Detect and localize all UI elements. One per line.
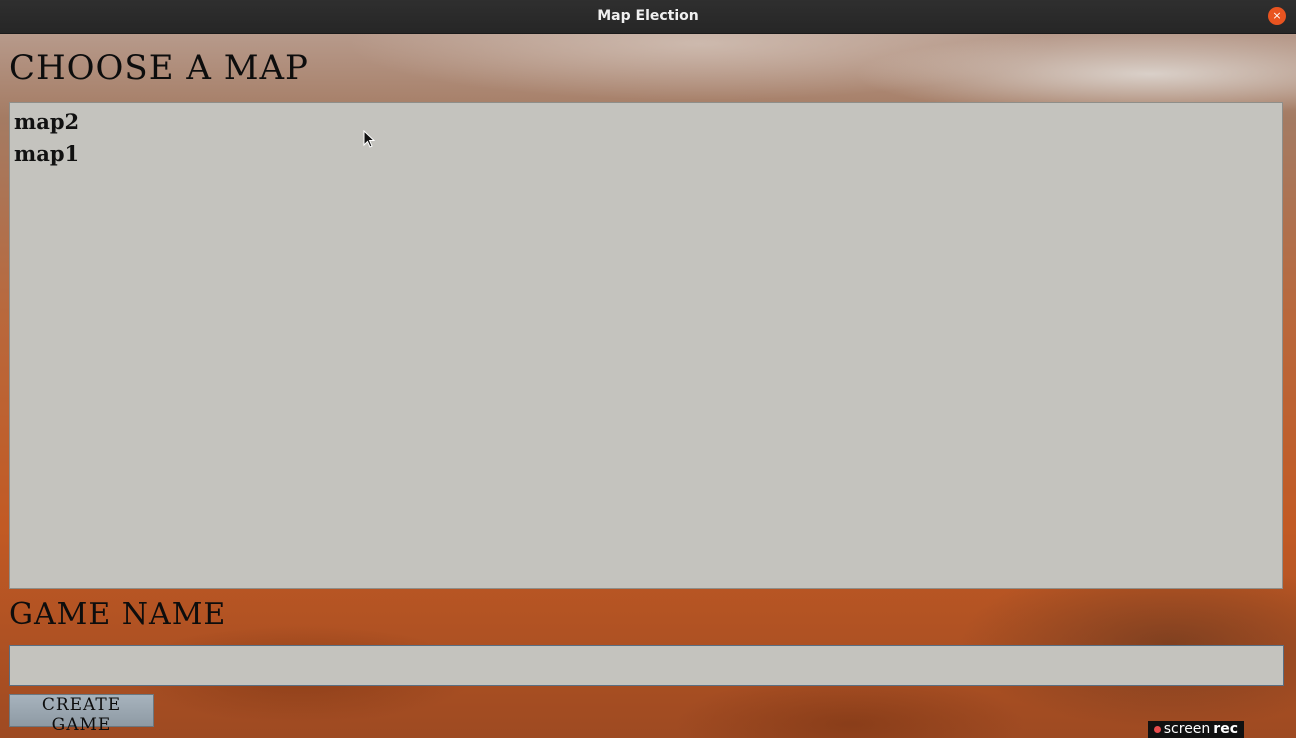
record-dot-icon <box>1153 726 1161 733</box>
close-icon[interactable]: × <box>1268 7 1286 25</box>
window-title: Map Election <box>597 8 699 24</box>
choose-map-heading: CHOOSE A MAP <box>9 48 309 88</box>
watermark-text-bold: rec <box>1213 721 1238 737</box>
map-list-item[interactable]: map2 <box>14 106 1278 138</box>
screenrec-watermark: screen rec <box>1147 721 1244 738</box>
game-name-heading: GAME NAME <box>9 597 227 632</box>
app-window: Map Election × CHOOSE A MAP map2 map1 GA… <box>0 0 1296 738</box>
main-content: CHOOSE A MAP map2 map1 GAME NAME CREATE … <box>0 34 1296 738</box>
map-list[interactable]: map2 map1 <box>9 102 1283 589</box>
map-list-item[interactable]: map1 <box>14 138 1278 170</box>
watermark-text-light: screen <box>1163 721 1211 737</box>
game-name-input[interactable] <box>9 645 1284 686</box>
create-game-button[interactable]: CREATE GAME <box>9 694 154 735</box>
mouse-pointer-icon <box>363 129 376 148</box>
title-bar[interactable]: Map Election × <box>0 0 1296 34</box>
